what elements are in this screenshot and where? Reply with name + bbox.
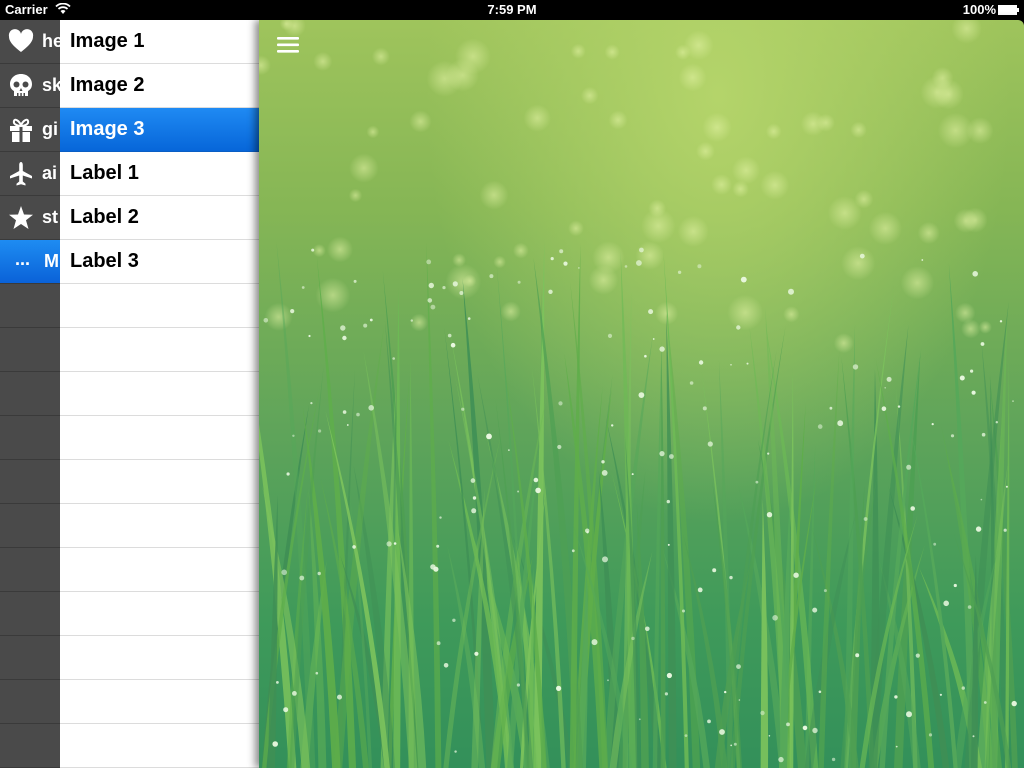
skull-icon [10,74,32,96]
sidebar-item-heart[interactable]: he [0,20,60,64]
sidebar-item-label: he [42,31,60,51]
row-label: Label 1 [70,162,139,184]
status-bar: Carrier 7:59 PM 100% [0,0,1024,20]
empty-row [0,284,60,328]
table-row[interactable]: Image 2 [60,64,259,108]
sidebar-item-skull[interactable]: sk [0,64,60,108]
gift-icon [10,118,32,142]
more-icon: ... [15,249,31,269]
heart-icon [8,29,34,52]
empty-row [60,284,259,328]
table-row[interactable]: Label 1 [60,152,259,196]
sidebar-item-airplane[interactable]: ai [0,152,60,196]
table-row-selected[interactable]: Image 3 [60,108,259,152]
star-icon [9,206,33,229]
sidebar-item-more[interactable]: ... M [0,240,60,284]
empty-row [60,724,259,768]
empty-row [0,592,60,636]
icon-sidebar: he sk gi ai st ... M [0,20,60,768]
empty-row [60,636,259,680]
battery-icon [998,5,1019,15]
empty-row [0,548,60,592]
table-row[interactable]: Label 3 [60,240,259,284]
sidebar-item-label: M [44,251,59,271]
sidebar-item-label: ai [42,163,58,183]
battery-percent: 100% [962,2,996,17]
empty-row [60,680,259,724]
sidebar-item-star[interactable]: st [0,196,60,240]
empty-row [0,328,60,372]
empty-row [0,636,60,680]
empty-row [60,460,259,504]
row-label: Label 2 [70,206,139,228]
empty-row [60,328,259,372]
empty-row [0,724,60,768]
empty-row [60,548,259,592]
sidebar-item-gift[interactable]: gi [0,108,60,152]
sidebar-item-label: gi [42,119,58,139]
empty-row [60,504,259,548]
grass-background-image [259,20,1018,768]
sidebar-item-label: st [42,207,59,227]
row-label: Image 3 [70,118,145,140]
row-label: Image 2 [70,74,145,96]
airplane-icon [10,162,32,186]
empty-row [60,372,259,416]
sidebar-item-label: sk [42,75,60,95]
empty-row [60,416,259,460]
table-row[interactable]: Image 1 [60,20,259,64]
hamburger-icon[interactable] [277,36,301,54]
empty-row [60,592,259,636]
clock: 7:59 PM [487,2,537,17]
grass-image-view [259,20,1024,768]
row-label: Image 1 [70,30,145,52]
item-table: Image 1 Image 2 Image 3 Label 1 Label 2 … [60,20,259,768]
empty-row [0,416,60,460]
row-label: Label 3 [70,250,139,272]
empty-row [0,460,60,504]
empty-row [0,680,60,724]
empty-row [0,504,60,548]
empty-row [0,372,60,416]
table-row[interactable]: Label 2 [60,196,259,240]
